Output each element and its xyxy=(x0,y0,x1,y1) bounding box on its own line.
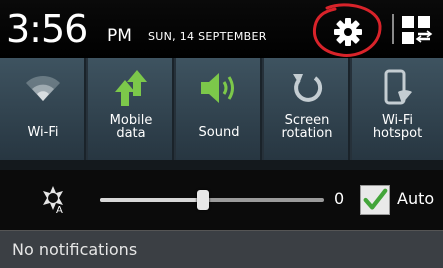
brightness-slider[interactable] xyxy=(100,190,324,210)
status-header: 3:56 PM SUN, 14 SEPTEMBER xyxy=(0,0,443,58)
speaker-icon xyxy=(201,73,234,103)
rotation-icon xyxy=(293,74,323,102)
edit-quick-settings-icon[interactable] xyxy=(400,14,434,46)
no-notifications-text: No notifications xyxy=(12,240,138,259)
toggle-label: Sound xyxy=(198,125,240,140)
toggle-wifi-hotspot[interactable]: Wi-Fi hotspot xyxy=(352,58,443,160)
brightness-value: 0 xyxy=(334,189,345,208)
brightness-row: A 0 Auto xyxy=(0,170,443,230)
hotspot-icon xyxy=(384,69,412,105)
red-hand-drawn-circle xyxy=(312,3,382,57)
clock-date: SUN, 14 SEPTEMBER xyxy=(148,30,267,43)
svg-text:A: A xyxy=(56,205,63,214)
toggle-label: Wi-Fi hotspot xyxy=(372,113,423,141)
panel-divider xyxy=(0,160,443,170)
toggle-label: Wi-Fi xyxy=(27,125,59,140)
auto-brightness-checkbox[interactable] xyxy=(360,185,390,215)
header-divider xyxy=(392,14,394,44)
brightness-fill xyxy=(100,198,204,202)
toggle-label: Mobile data xyxy=(109,113,153,141)
wifi-icon xyxy=(26,75,60,101)
brightness-thumb[interactable] xyxy=(197,190,210,210)
notifications-area: No notifications xyxy=(0,230,443,268)
mobile-data-icon xyxy=(115,70,147,106)
toggle-wifi[interactable]: Wi-Fi xyxy=(0,58,86,160)
auto-brightness-label: Auto xyxy=(397,189,435,208)
toggle-sound[interactable]: Sound xyxy=(176,58,262,164)
toggle-screen-rotation[interactable]: Screen rotation xyxy=(264,58,350,160)
clock-ampm: PM xyxy=(107,26,132,46)
brightness-auto-icon: A xyxy=(43,186,63,214)
quick-settings-panel: Wi-Fi Mobile data Sound Screen rotation … xyxy=(0,58,443,170)
toggle-mobile-data[interactable]: Mobile data xyxy=(88,58,174,164)
toggle-label: Screen rotation xyxy=(281,113,333,141)
clock-time: 3:56 xyxy=(6,7,88,51)
